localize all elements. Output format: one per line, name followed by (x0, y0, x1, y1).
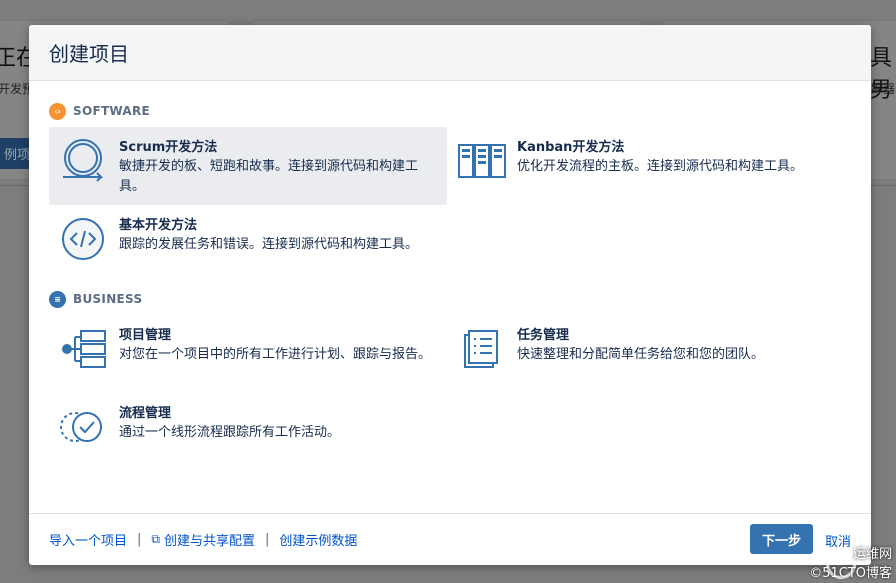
business-templates: 项目管理 对您在一个项目中的所有工作进行计划、跟踪与报告。 任务管理 快速整理和… (49, 315, 851, 471)
template-name: Kanban开发方法 (517, 140, 625, 155)
code-icon: ‹› (49, 102, 66, 120)
list-icon: ≡ (49, 290, 66, 308)
software-templates: Scrum开发方法 敏捷开发的板、短跑和故事。连接到源代码和构建工具。 Kanb… (49, 127, 851, 283)
create-shared-config-label: 创建与共享配置 (163, 534, 255, 549)
dialog-title: 创建项目 (49, 42, 129, 66)
template-name: 项目管理 (119, 328, 172, 343)
next-button[interactable]: 下一步 (749, 524, 813, 554)
code-circle-icon (62, 218, 104, 260)
section-label: SOFTWARE (73, 104, 151, 118)
section-business-header: ≡ BUSINESS (49, 289, 851, 309)
dialog-header: 创建项目 (29, 25, 871, 81)
template-task-management[interactable]: 任务管理 快速整理和分配简单任务给您和您的团队。 (447, 315, 845, 393)
create-sample-data-link[interactable]: 创建示例数据 (279, 530, 357, 549)
template-name: 基本开发方法 (119, 218, 198, 233)
watermark-line1: 运维网 (852, 547, 892, 562)
separator: | (265, 532, 270, 547)
template-kanban[interactable]: Kanban开发方法 优化开发流程的主板。连接到源代码和构建工具。 (447, 127, 845, 205)
section-label: BUSINESS (73, 292, 143, 306)
template-description: 快速整理和分配简单任务给您和您的团队。 (517, 347, 765, 362)
kanban-board-icon (458, 144, 506, 178)
create-shared-config-link[interactable]: ⧉ 创建与共享配置 (151, 530, 255, 549)
template-description: 敏捷开发的板、短跑和故事。连接到源代码和构建工具。 (119, 159, 419, 194)
template-process-management[interactable]: 流程管理 通过一个线形流程跟踪所有工作活动。 (49, 393, 447, 471)
dialog-body: ‹› SOFTWARE Scrum开发方法 敏捷开发的板、短跑和故事。连接到源代… (29, 81, 871, 513)
template-description: 对您在一个项目中的所有工作进行计划、跟踪与报告。 (119, 347, 432, 362)
section-software-header: ‹› SOFTWARE (49, 101, 851, 121)
separator: | (137, 532, 142, 547)
import-project-link[interactable]: 导入一个项目 (49, 530, 127, 549)
process-check-icon (60, 412, 102, 442)
watermark-line2: ©51CTO博客 (809, 566, 892, 581)
background-subtext-right: 踪器 (871, 82, 896, 96)
template-name: 流程管理 (119, 406, 172, 421)
create-project-dialog: 创建项目 ‹› SOFTWARE Scrum开发方法 敏捷开发的板、短跑和故事。… (29, 25, 871, 565)
dialog-footer: 导入一个项目 | ⧉ 创建与共享配置 | 创建示例数据 下一步 取消 (29, 513, 871, 565)
watermark: 运维网 ©51CTO博客 (809, 543, 892, 581)
template-name: 任务管理 (517, 328, 570, 343)
template-scrum[interactable]: Scrum开发方法 敏捷开发的板、短跑和故事。连接到源代码和构建工具。 (49, 127, 447, 205)
template-project-management[interactable]: 项目管理 对您在一个项目中的所有工作进行计划、跟踪与报告。 (49, 315, 447, 393)
task-list-icon (464, 330, 498, 368)
template-name: Scrum开发方法 (119, 140, 218, 155)
template-description: 跟踪的发展任务和错误。连接到源代码和构建工具。 (119, 237, 419, 252)
template-description: 优化开发流程的主板。连接到源代码和构建工具。 (517, 159, 804, 174)
scrum-cycle-icon (63, 139, 104, 182)
project-hierarchy-icon (62, 330, 106, 368)
template-description: 通过一个线形流程跟踪所有工作活动。 (119, 425, 341, 440)
template-basic[interactable]: 基本开发方法 跟踪的发展任务和错误。连接到源代码和构建工具。 (49, 205, 447, 283)
copy-icon: ⧉ (151, 532, 160, 546)
